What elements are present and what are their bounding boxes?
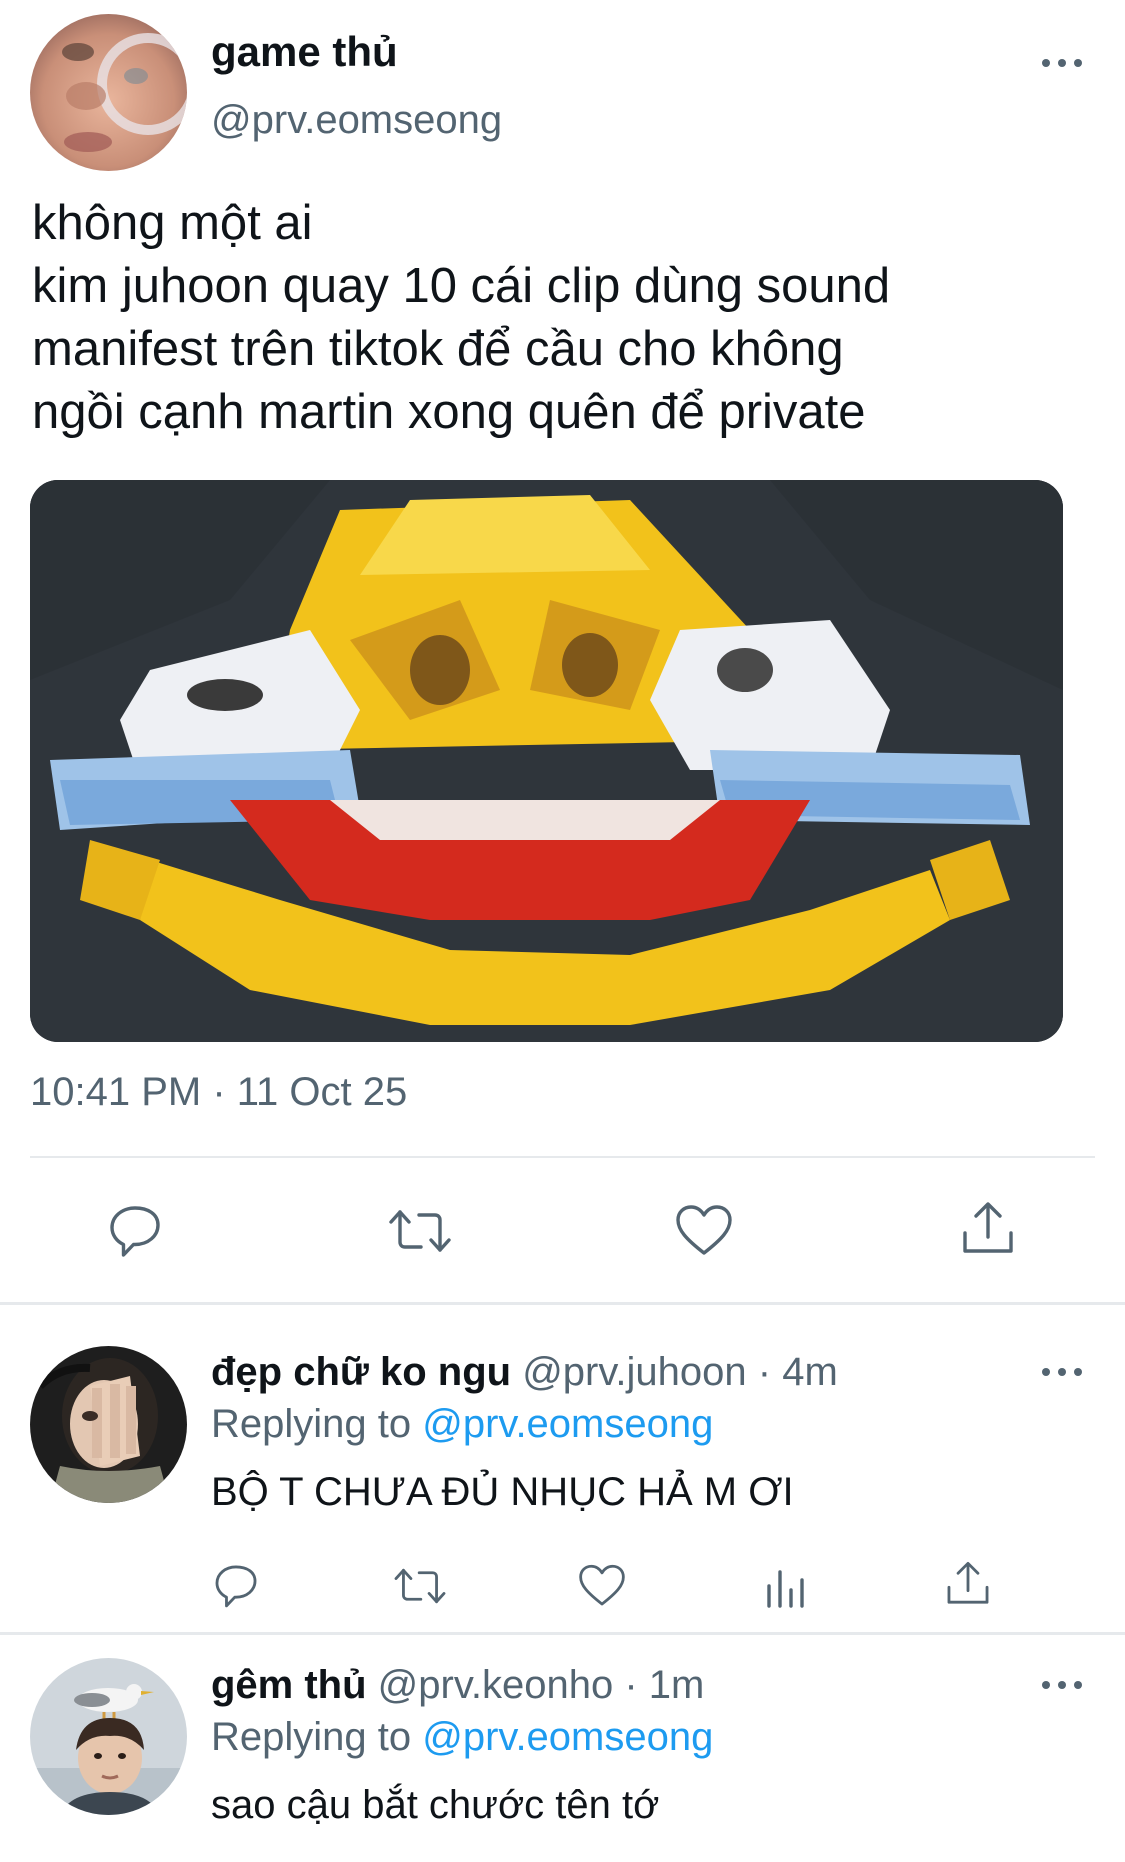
reply-header: gêm thủ @prv.keonho · 1m (211, 1663, 704, 1708)
reply-text: sao cậu bắt chước tên tớ (211, 1783, 660, 1827)
more-options-icon[interactable] (1042, 1675, 1082, 1695)
section-divider (0, 1632, 1125, 1635)
reply-time[interactable]: · 4m (758, 1350, 838, 1394)
analytics-icon[interactable] (758, 1558, 814, 1614)
tweet-timestamp[interactable]: 10:41 PM · 11 Oct 25 (30, 1070, 407, 1115)
main-author-handle[interactable]: @prv.eomseong (211, 98, 502, 143)
replying-to-mention[interactable]: @prv.eomseong (422, 1402, 713, 1446)
reply-icon[interactable] (102, 1198, 168, 1264)
reply-icon[interactable] (208, 1558, 264, 1614)
replying-to-prefix: Replying to (211, 1715, 423, 1759)
share-icon[interactable] (955, 1196, 1021, 1262)
tweet-media-image[interactable] (30, 480, 1063, 1042)
retweet-icon[interactable] (390, 1558, 450, 1614)
main-author-name[interactable]: game thủ (211, 28, 398, 76)
replying-to-mention[interactable]: @prv.eomseong (422, 1715, 713, 1759)
retweet-icon[interactable] (385, 1198, 455, 1264)
reply-author-handle[interactable]: @prv.juhoon (522, 1350, 746, 1394)
replying-to-line: Replying to @prv.eomseong (211, 1715, 713, 1760)
reply-author-avatar[interactable] (30, 1346, 187, 1503)
divider (30, 1156, 1095, 1158)
reply-author-name[interactable]: gêm thủ (211, 1663, 367, 1707)
reply-text: BỘ T CHƯA ĐỦ NHỤC HẢ M ƠI (211, 1470, 794, 1514)
reply-time[interactable]: · 1m (624, 1663, 704, 1707)
more-options-icon[interactable] (1042, 53, 1082, 73)
reply-author-handle[interactable]: @prv.keonho (378, 1663, 614, 1707)
like-icon[interactable] (671, 1198, 737, 1264)
share-icon[interactable] (940, 1556, 996, 1612)
section-divider (0, 1302, 1125, 1305)
reply-author-avatar[interactable] (30, 1658, 187, 1815)
tweet-text-line: manifest trên tiktok để cầu cho không (32, 322, 844, 376)
more-options-icon[interactable] (1042, 1362, 1082, 1382)
tweet-text-line: không một ai (32, 196, 313, 250)
like-icon[interactable] (574, 1558, 630, 1614)
reply-header: đẹp chữ ko ngu @prv.juhoon · 4m (211, 1350, 838, 1395)
tweet-text-line: kim juhoon quay 10 cái clip dùng sound (32, 259, 891, 313)
tweet-text-line: ngồi cạnh martin xong quên để private (32, 385, 866, 439)
reply-author-name[interactable]: đẹp chữ ko ngu (211, 1350, 511, 1394)
tweet-text: không một ai kim juhoon quay 10 cái clip… (32, 192, 1092, 444)
replying-to-prefix: Replying to (211, 1402, 423, 1446)
replying-to-line: Replying to @prv.eomseong (211, 1402, 713, 1447)
main-author-avatar[interactable] (30, 14, 187, 171)
